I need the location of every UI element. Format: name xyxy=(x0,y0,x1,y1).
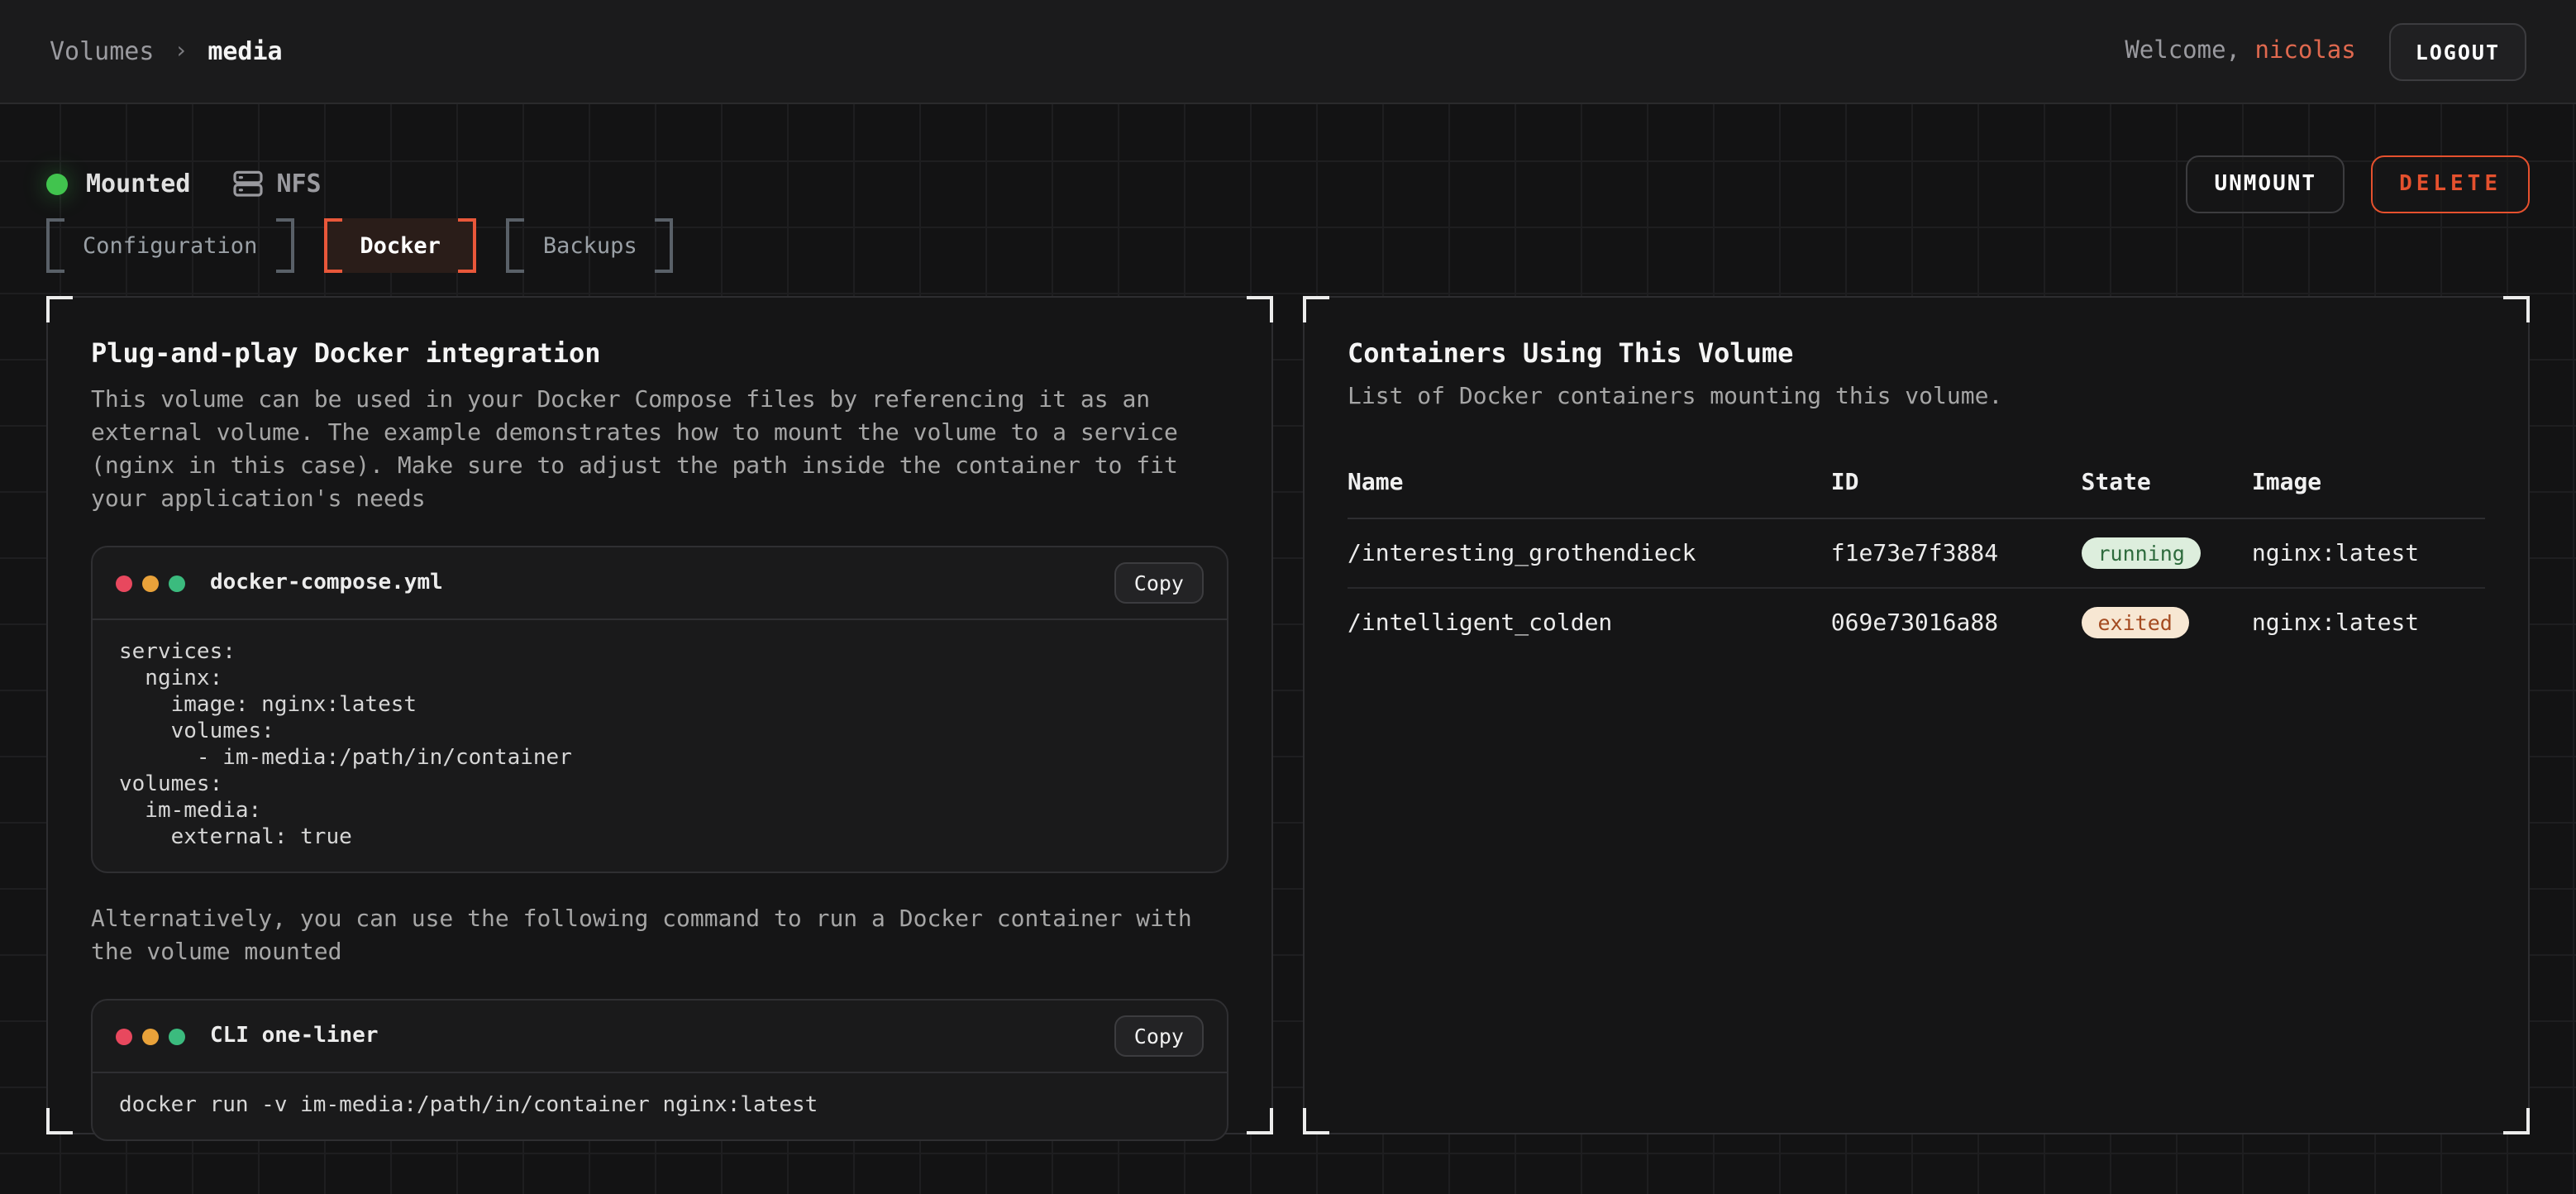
mounted-status-label: Mounted xyxy=(86,169,190,198)
column-header-state: State xyxy=(2082,470,2252,518)
compose-filename: docker-compose.yml xyxy=(210,571,443,595)
mounted-status-dot-icon xyxy=(46,173,68,194)
breadcrumb-volumes-link[interactable]: Volumes xyxy=(50,36,154,66)
server-stack-icon xyxy=(231,167,265,200)
cli-intro-text: Alternatively, you can use the following… xyxy=(91,903,1209,969)
unmount-button[interactable]: UNMOUNT xyxy=(2186,155,2345,213)
tab-docker[interactable]: Docker xyxy=(323,218,477,273)
logout-button[interactable]: LOGOUT xyxy=(2389,22,2526,80)
panel-corner-bracket xyxy=(2503,296,2530,322)
tab-bar: Configuration Docker Backups xyxy=(46,218,2530,273)
cli-title: CLI one-liner xyxy=(210,1024,379,1048)
compose-copy-button[interactable]: Copy xyxy=(1114,562,1204,604)
docker-panel-description: This volume can be used in your Docker C… xyxy=(91,384,1209,516)
container-image: nginx:latest xyxy=(2252,518,2485,588)
container-id: 069e73016a88 xyxy=(1831,588,2082,657)
status-badge: running xyxy=(2082,537,2202,569)
volume-detail-page: Volumes › media Welcome, nicolas LOGOUT … xyxy=(0,0,2576,1194)
cli-code-block: CLI one-liner Copy docker run -v im-medi… xyxy=(91,999,1228,1141)
driver-indicator: NFS xyxy=(231,167,321,200)
driver-label: NFS xyxy=(276,169,321,198)
username: nicolas xyxy=(2254,38,2355,64)
delete-button[interactable]: DELETE xyxy=(2371,155,2530,213)
containers-panel: Containers Using This Volume List of Doc… xyxy=(1303,296,2530,1134)
container-name: /intelligent_colden xyxy=(1348,588,1831,657)
top-bar: Volumes › media Welcome, nicolas LOGOUT xyxy=(0,0,2576,104)
containers-panel-title: Containers Using This Volume xyxy=(1348,337,2485,369)
cli-code-text: docker run -v im-media:/path/in/containe… xyxy=(93,1073,1227,1139)
tab-backups[interactable]: Backups xyxy=(507,218,674,273)
traffic-light-red-icon xyxy=(116,575,132,591)
compose-code-body: services: nginx: image: nginx:latest vol… xyxy=(93,620,1227,872)
status-row: Mounted NFS UNMOUNT DELETE xyxy=(46,104,2530,212)
containers-table: Name ID State Image /interesting_grothen… xyxy=(1348,470,2485,657)
panel-corner-bracket xyxy=(1247,296,1273,322)
docker-integration-panel: Plug-and-play Docker integration This vo… xyxy=(46,296,1273,1134)
column-header-image: Image xyxy=(2252,470,2485,518)
cli-code-body: docker run -v im-media:/path/in/containe… xyxy=(93,1073,1227,1139)
panel-corner-bracket xyxy=(46,1108,73,1134)
welcome-text: Welcome, nicolas xyxy=(2125,38,2355,64)
traffic-light-green-icon xyxy=(169,575,185,591)
traffic-light-yellow-icon xyxy=(142,575,159,591)
traffic-light-yellow-icon xyxy=(142,1028,159,1044)
top-bar-right: Welcome, nicolas LOGOUT xyxy=(2125,22,2526,80)
traffic-light-red-icon xyxy=(116,1028,132,1044)
panel-corner-bracket xyxy=(1247,1108,1273,1134)
tab-configuration[interactable]: Configuration xyxy=(46,218,293,273)
docker-panel-title: Plug-and-play Docker integration xyxy=(91,337,1228,369)
compose-code-header: docker-compose.yml Copy xyxy=(93,547,1227,620)
compose-code-block: docker-compose.yml Copy services: nginx:… xyxy=(91,546,1228,873)
panel-corner-bracket xyxy=(2503,1108,2530,1134)
containers-panel-subtitle: List of Docker containers mounting this … xyxy=(1348,384,2485,410)
status-badge: exited xyxy=(2082,607,2189,638)
breadcrumb-chevron-icon: › xyxy=(174,38,188,64)
panel-corner-bracket xyxy=(1303,1108,1329,1134)
container-name: /interesting_grothendieck xyxy=(1348,518,1831,588)
column-header-name: Name xyxy=(1348,470,1831,518)
table-row: /intelligent_colden 069e73016a88 exited … xyxy=(1348,588,2485,657)
panels-row: Plug-and-play Docker integration This vo… xyxy=(46,296,2530,1134)
panel-corner-bracket xyxy=(1303,296,1329,322)
breadcrumb-current-volume: media xyxy=(208,36,282,66)
welcome-prefix: Welcome, xyxy=(2125,38,2254,64)
compose-code-text: services: nginx: image: nginx:latest vol… xyxy=(93,620,1227,872)
breadcrumb: Volumes › media xyxy=(50,36,283,66)
table-row: /interesting_grothendieck f1e73e7f3884 r… xyxy=(1348,518,2485,588)
column-header-id: ID xyxy=(1831,470,2082,518)
traffic-light-green-icon xyxy=(169,1028,185,1044)
cli-copy-button[interactable]: Copy xyxy=(1114,1015,1204,1057)
container-image: nginx:latest xyxy=(2252,588,2485,657)
table-header-row: Name ID State Image xyxy=(1348,470,2485,518)
panel-corner-bracket xyxy=(46,296,73,322)
container-id: f1e73e7f3884 xyxy=(1831,518,2082,588)
main-content: Mounted NFS UNMOUNT DELETE Configuration xyxy=(0,104,2576,1194)
cli-code-header: CLI one-liner Copy xyxy=(93,1001,1227,1073)
